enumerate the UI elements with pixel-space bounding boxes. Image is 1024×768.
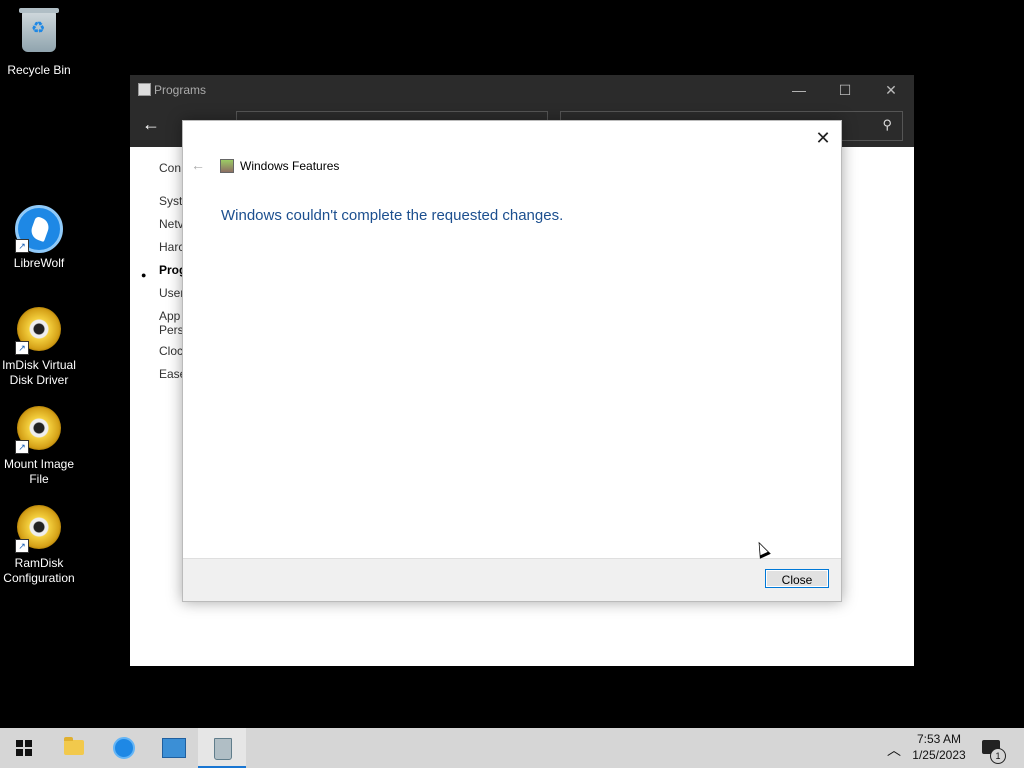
minimize-button[interactable]: —: [776, 75, 822, 105]
error-message: Windows couldn't complete the requested …: [221, 207, 564, 224]
recycle-bin-icon: [15, 8, 63, 60]
shortcut-arrow-icon: ↗: [15, 341, 29, 355]
windows-features-dialog: ✕ ← Windows Features Windows couldn't co…: [182, 120, 842, 602]
taskbar-control-panel[interactable]: [149, 728, 197, 768]
close-icon[interactable]: ✕: [811, 126, 835, 150]
desktop-icon-ramdisk[interactable]: ↗ RamDisk Configuration: [0, 503, 78, 586]
shortcut-arrow-icon: ↗: [15, 440, 29, 454]
disc-icon: ↗: [15, 406, 63, 454]
clock-time: 7:53 AM: [916, 732, 962, 746]
desktop-icon-label: LibreWolf: [13, 256, 65, 270]
folder-icon: [64, 737, 84, 755]
librewolf-icon: [113, 737, 135, 759]
window-title-bar[interactable]: Programs — ☐ ✕: [130, 75, 914, 105]
close-button[interactable]: Close: [765, 569, 829, 588]
windows-features-icon: [220, 159, 234, 173]
window-title: Programs: [154, 83, 207, 97]
desktop-icon-label: Recycle Bin: [7, 63, 71, 77]
desktop-icon-label: RamDisk Configuration: [3, 556, 75, 585]
control-panel-icon: [162, 738, 186, 758]
active-bullet-icon: ●: [141, 270, 147, 280]
back-arrow-icon[interactable]: ←: [142, 114, 160, 135]
taskbar: ︿ 7:53 AM 1/25/2023 1: [0, 728, 1024, 768]
windows-features-icon: [214, 738, 232, 760]
clock-date: 1/25/2023: [912, 748, 966, 762]
desktop-icon-imdisk[interactable]: ↗ ImDisk Virtual Disk Driver: [0, 305, 78, 388]
librewolf-icon: ↗: [15, 205, 63, 253]
windows-logo-icon: [16, 740, 32, 756]
maximize-button[interactable]: ☐: [822, 75, 868, 105]
start-button[interactable]: [0, 728, 48, 768]
taskbar-windows-features[interactable]: [198, 728, 246, 768]
notification-badge: 1: [990, 748, 1006, 764]
system-clock[interactable]: 7:53 AM 1/25/2023: [905, 731, 973, 763]
shortcut-arrow-icon: ↗: [15, 239, 29, 253]
control-panel-icon: [138, 83, 151, 96]
chevron-up-icon[interactable]: ︿: [887, 740, 901, 760]
desktop-icon-label: Mount Image File: [3, 457, 75, 486]
taskbar-file-explorer[interactable]: [50, 728, 98, 768]
desktop-icon-mount-image[interactable]: ↗ Mount Image File: [0, 404, 78, 487]
shortcut-arrow-icon: ↗: [15, 539, 29, 553]
desktop-icon-librewolf[interactable]: ↗ LibreWolf: [0, 205, 78, 271]
search-icon[interactable]: ⚲: [882, 117, 892, 133]
back-arrow-icon[interactable]: ←: [191, 157, 205, 173]
desktop-icon-label: ImDisk Virtual Disk Driver: [2, 358, 76, 387]
dialog-title: Windows Features: [240, 159, 340, 173]
disc-icon: ↗: [15, 307, 63, 355]
disc-icon: ↗: [15, 505, 63, 553]
taskbar-librewolf[interactable]: [100, 728, 148, 768]
desktop-icon-recycle-bin[interactable]: Recycle Bin: [0, 8, 78, 78]
window-close-button[interactable]: ✕: [868, 75, 914, 105]
sidebar-item[interactable]: App Pers: [159, 309, 184, 344]
dialog-footer: Close: [183, 558, 841, 601]
